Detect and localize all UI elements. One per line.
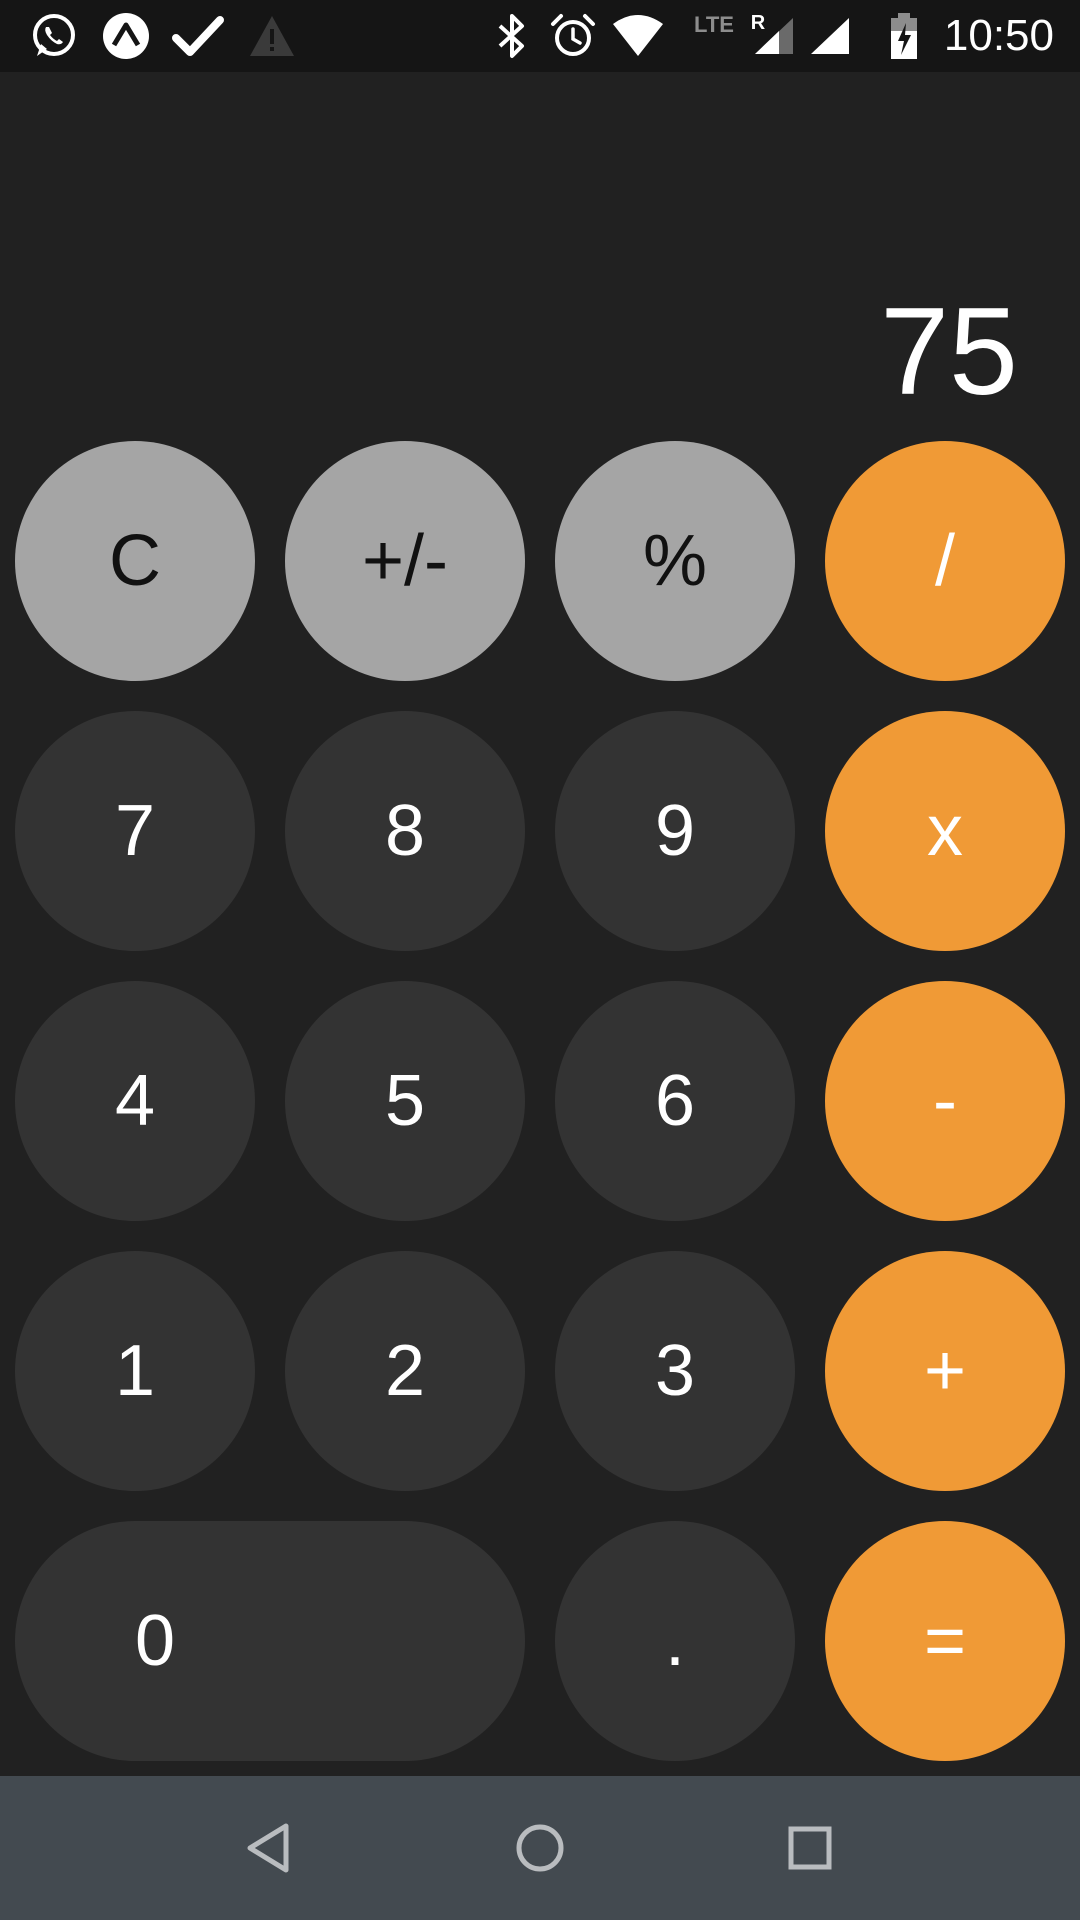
digit-1-label: 1 — [114, 1331, 156, 1411]
digit-8-label: 8 — [384, 791, 426, 871]
digit-3-button[interactable]: 3 — [555, 1251, 795, 1491]
divide-label: / — [934, 521, 955, 601]
warning-icon — [244, 12, 300, 60]
expo-icon — [98, 12, 154, 60]
status-bar: LTE R 10:50 — [0, 0, 1080, 72]
cell-signal-icon — [808, 12, 852, 60]
add-button[interactable]: + — [825, 1251, 1065, 1491]
calculator-screen: LTE R 10:50 75 C +/- % / 7 8 9 x 4 5 6 -… — [0, 0, 1080, 1920]
clear-button[interactable]: C — [15, 441, 255, 681]
digit-3-label: 3 — [654, 1331, 696, 1411]
sign-toggle-label: +/- — [361, 521, 449, 601]
whatsapp-icon — [26, 12, 82, 60]
divide-button[interactable]: / — [825, 441, 1065, 681]
digit-6-label: 6 — [654, 1061, 696, 1141]
digit-0-label: 0 — [135, 1601, 176, 1681]
wifi-icon — [610, 12, 666, 60]
home-icon — [516, 1824, 564, 1872]
home-button[interactable] — [504, 1812, 576, 1884]
digit-7-label: 7 — [114, 791, 156, 871]
percent-label: % — [642, 521, 708, 601]
subtract-label: - — [933, 1061, 957, 1141]
decimal-label: . — [664, 1601, 685, 1681]
decimal-button[interactable]: . — [555, 1521, 795, 1761]
digit-7-button[interactable]: 7 — [15, 711, 255, 951]
result-display: 75 — [880, 283, 1018, 421]
cell-signal-icon — [752, 12, 796, 60]
digit-8-button[interactable]: 8 — [285, 711, 525, 951]
status-time: 10:50 — [943, 11, 1054, 60]
digit-1-button[interactable]: 1 — [15, 1251, 255, 1491]
subtract-button[interactable]: - — [825, 981, 1065, 1221]
bluetooth-icon — [490, 12, 534, 60]
sign-toggle-button[interactable]: +/- — [285, 441, 525, 681]
check-icon — [168, 12, 228, 60]
digit-5-button[interactable]: 5 — [285, 981, 525, 1221]
battery-charging-icon — [884, 12, 924, 60]
percent-button[interactable]: % — [555, 441, 795, 681]
multiply-label: x — [927, 791, 963, 871]
clear-label: C — [109, 521, 161, 601]
add-label: + — [923, 1331, 967, 1411]
digit-4-button[interactable]: 4 — [15, 981, 255, 1221]
alarm-icon — [548, 12, 598, 60]
recents-icon — [788, 1826, 832, 1870]
digit-5-label: 5 — [384, 1061, 426, 1141]
equals-button[interactable]: = — [825, 1521, 1065, 1761]
back-button[interactable] — [234, 1812, 306, 1884]
digit-9-button[interactable]: 9 — [555, 711, 795, 951]
network-type-label: LTE — [694, 12, 734, 37]
back-icon — [247, 1823, 289, 1873]
digit-2-button[interactable]: 2 — [285, 1251, 525, 1491]
recents-button[interactable] — [774, 1812, 846, 1884]
digit-6-button[interactable]: 6 — [555, 981, 795, 1221]
navigation-bar — [0, 1776, 1080, 1920]
digit-0-button[interactable]: 0 — [15, 1521, 525, 1761]
digit-4-label: 4 — [114, 1061, 156, 1141]
digit-9-label: 9 — [654, 791, 696, 871]
equals-label: = — [923, 1601, 967, 1681]
multiply-button[interactable]: x — [825, 711, 1065, 951]
digit-2-label: 2 — [384, 1331, 426, 1411]
